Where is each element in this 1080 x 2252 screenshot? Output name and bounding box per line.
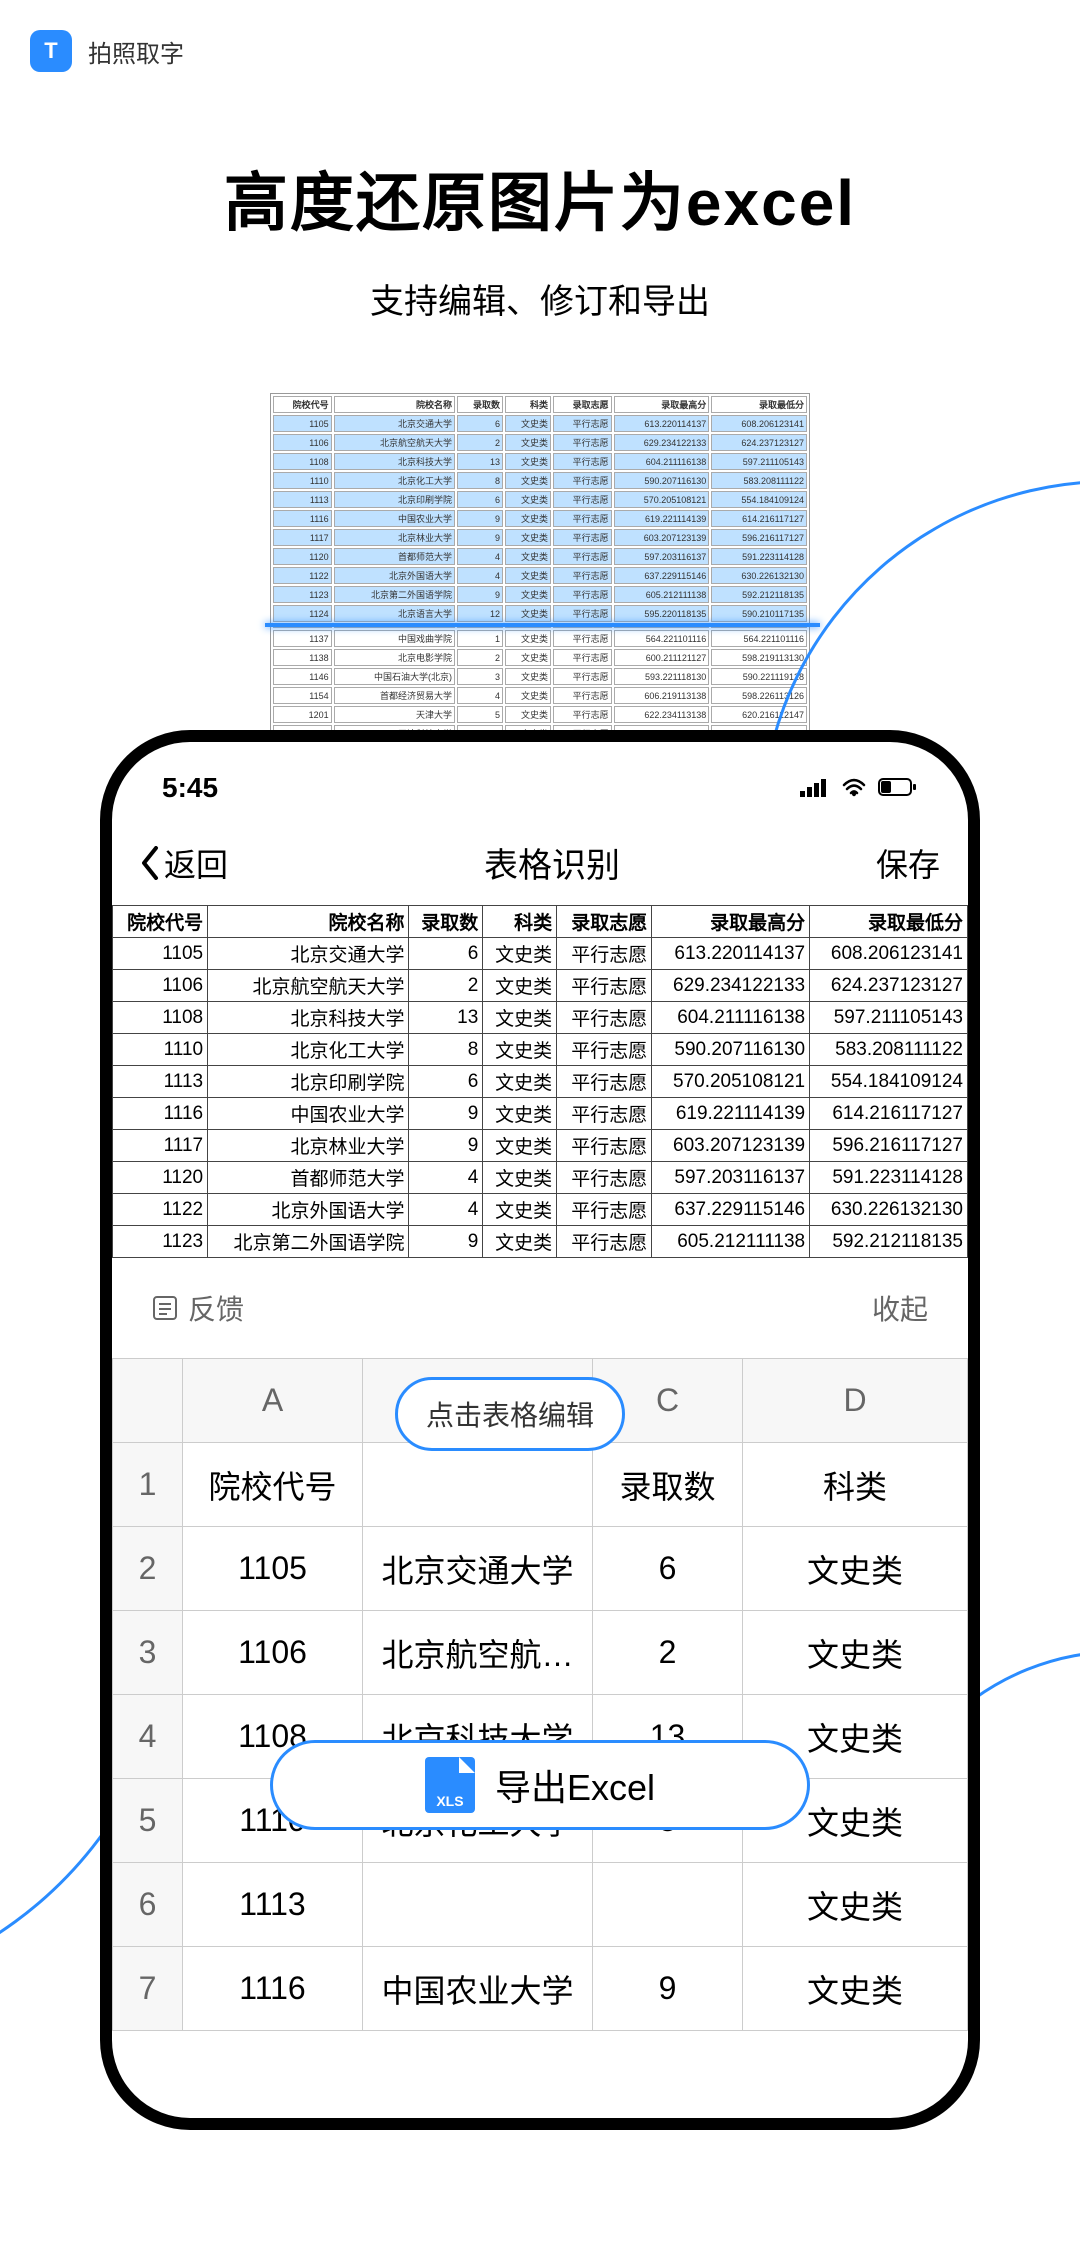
grid-cell[interactable]: 北京航空航… — [363, 1611, 593, 1695]
grid-row: 61113 文史类 — [113, 1863, 968, 1947]
grid-cell[interactable]: 文史类 — [743, 1863, 968, 1947]
row-number[interactable]: 7 — [113, 1947, 183, 2031]
app-name: 拍照取字 — [88, 34, 184, 69]
feedback-label: 反馈 — [188, 1288, 244, 1328]
back-label: 返回 — [164, 840, 228, 886]
grid-cell[interactable]: 1113 — [183, 1863, 363, 1947]
battery-icon — [878, 772, 918, 804]
grid-cell[interactable]: 文史类 — [743, 1611, 968, 1695]
save-button[interactable]: 保存 — [876, 840, 940, 886]
grid-row: 1院校代号 录取数科类 — [113, 1443, 968, 1527]
table-row: 1105北京交通大学6文史类平行志愿613.220114137608.20612… — [113, 938, 968, 970]
column-header[interactable]: A — [183, 1359, 363, 1443]
headline: 高度还原图片为excel — [0, 152, 1080, 244]
chevron-left-icon — [140, 846, 160, 880]
grid-cell[interactable]: 文史类 — [743, 1527, 968, 1611]
grid-cell[interactable]: 院校代号 — [183, 1443, 363, 1527]
grid-row: 21105北京交通大学6文史类 — [113, 1527, 968, 1611]
row-number[interactable]: 2 — [113, 1527, 183, 1611]
export-excel-button[interactable]: XLS 导出Excel — [270, 1740, 810, 1830]
editable-grid[interactable]: ABCD 1院校代号录取数科类21105北京交通大学6文史类31106北京航空航… — [112, 1358, 968, 2031]
background-scan-table: 院校代号院校名称录取数科类录取志愿录取最高分录取最低分 1105北京交通大学6文… — [270, 393, 810, 764]
app-icon: T — [30, 30, 72, 72]
table-row: 1113北京印刷学院6文史类平行志愿570.205108121554.18410… — [113, 1066, 968, 1098]
table-row: 1123北京第二外国语学院9文史类平行志愿605.212111138592.21… — [113, 1226, 968, 1258]
nav-bar: 返回 表格识别 保存 — [112, 814, 968, 905]
row-number[interactable]: 5 — [113, 1779, 183, 1863]
feedback-button[interactable]: 反馈 — [152, 1288, 244, 1328]
status-bar: 5:45 — [112, 742, 968, 814]
app-header: T 拍照取字 — [0, 0, 1080, 92]
grid-cell[interactable]: 中国农业大学 — [363, 1947, 593, 2031]
signal-icon — [800, 772, 830, 804]
table-row: 1117北京林业大学9文史类平行志愿603.207123139596.21611… — [113, 1130, 968, 1162]
status-time: 5:45 — [162, 772, 218, 804]
export-label: 导出Excel — [495, 1759, 655, 1811]
grid-cell[interactable]: 1116 — [183, 1947, 363, 2031]
feedback-icon — [152, 1295, 178, 1321]
row-number[interactable]: 4 — [113, 1695, 183, 1779]
table-row: 1108北京科技大学13文史类平行志愿604.211116138597.2111… — [113, 1002, 968, 1034]
table-row: 1106北京航空航天大学2文史类平行志愿629.234122133624.237… — [113, 970, 968, 1002]
edit-tooltip: 点击表格编辑 — [395, 1377, 625, 1451]
grid-row: 31106北京航空航…2文史类 — [113, 1611, 968, 1695]
column-header[interactable]: D — [743, 1359, 968, 1443]
row-number[interactable]: 1 — [113, 1443, 183, 1527]
scan-line — [265, 623, 820, 627]
grid-cell[interactable]: 北京交通大学 — [363, 1527, 593, 1611]
xls-icon: XLS — [425, 1757, 475, 1813]
grid-cell[interactable] — [363, 1443, 593, 1527]
grid-cell[interactable]: 6 — [593, 1527, 743, 1611]
grid-cell[interactable]: 1106 — [183, 1611, 363, 1695]
table-row: 1110北京化工大学8文史类平行志愿590.207116130583.20811… — [113, 1034, 968, 1066]
grid-cell[interactable]: 2 — [593, 1611, 743, 1695]
grid-cell[interactable]: 录取数 — [593, 1443, 743, 1527]
grid-cell[interactable] — [593, 1863, 743, 1947]
grid-cell[interactable]: 文史类 — [743, 1947, 968, 2031]
table-row: 1120首都师范大学4文史类平行志愿597.203116137591.22311… — [113, 1162, 968, 1194]
grid-cell[interactable]: 1105 — [183, 1527, 363, 1611]
feedback-bar: 反馈 收起 — [112, 1258, 968, 1358]
recognized-table: 院校代号院校名称录取数科类录取志愿录取最高分录取最低分 1105北京交通大学6文… — [112, 905, 968, 1258]
table-row: 1116中国农业大学9文史类平行志愿619.221114139614.21611… — [113, 1098, 968, 1130]
table-row: 1122北京外国语大学4文史类平行志愿637.229115146630.2261… — [113, 1194, 968, 1226]
grid-cell[interactable] — [363, 1863, 593, 1947]
grid-cell[interactable]: 科类 — [743, 1443, 968, 1527]
grid-cell[interactable]: 9 — [593, 1947, 743, 2031]
collapse-button[interactable]: 收起 — [872, 1288, 928, 1328]
grid-row: 71116中国农业大学9文史类 — [113, 1947, 968, 2031]
row-number[interactable]: 6 — [113, 1863, 183, 1947]
back-button[interactable]: 返回 — [140, 840, 228, 886]
subheadline: 支持编辑、修订和导出 — [0, 274, 1080, 323]
row-number[interactable]: 3 — [113, 1611, 183, 1695]
wifi-icon — [840, 772, 868, 804]
page-title: 表格识别 — [484, 838, 620, 887]
